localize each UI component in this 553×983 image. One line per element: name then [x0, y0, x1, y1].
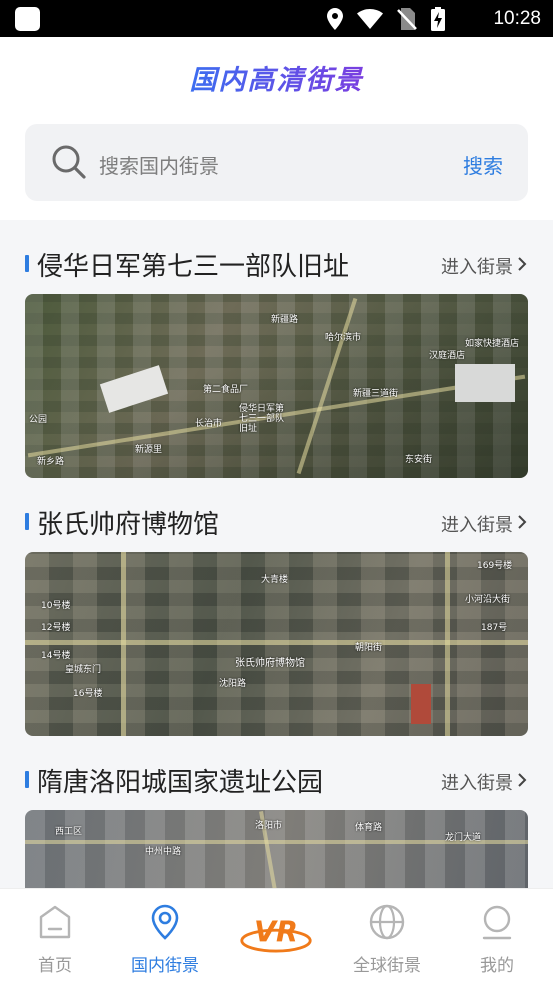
location-pin-icon — [151, 904, 179, 940]
map-label: 169号楼 — [477, 561, 513, 571]
search-icon — [52, 145, 86, 179]
wifi-icon — [357, 9, 383, 29]
map-label: 14号楼 — [41, 651, 71, 661]
enter-street-view-link[interactable]: 进入街景 — [441, 769, 513, 795]
map-label: 张氏帅府博物馆 — [235, 658, 305, 669]
map-label: 沈阳路 — [219, 679, 247, 689]
map-label: 皇城东门 — [65, 665, 102, 675]
map-label: 哈尔滨市 — [325, 333, 362, 343]
map-label: 新乡路 — [37, 457, 65, 467]
status-time: 10:28 — [493, 8, 541, 29]
nav-domestic-street-view[interactable]: 国内街景 — [110, 889, 220, 983]
map-label: 第二食品厂 — [203, 385, 249, 395]
search-bar[interactable]: 搜索国内街景 搜索 — [25, 124, 528, 201]
section-accent-bar — [25, 771, 29, 788]
map-label: 187号 — [481, 623, 508, 633]
page-title: 国内高清街景 — [190, 58, 364, 97]
map-road — [121, 552, 126, 736]
chevron-right-icon[interactable] — [515, 515, 529, 529]
status-icons — [327, 6, 445, 32]
map-label: 16号楼 — [73, 689, 103, 699]
building-roof — [411, 684, 431, 724]
map-label: 朝阳街 — [355, 643, 383, 653]
battery-charging-icon — [431, 7, 445, 31]
map-road — [296, 297, 358, 475]
satellite-thumbnail[interactable]: 洛阳市 体育路 中州中路 龙门大道 西工区 — [25, 810, 528, 888]
user-icon — [482, 905, 512, 940]
map-road — [445, 552, 450, 736]
bottom-navigation: 首页 国内街景 VR VR 全球街景 我的 — [0, 888, 553, 983]
satellite-thumbnail[interactable]: 张氏帅府博物馆 大青楼 10号楼 12号楼 14号楼 16号楼 朝阳街 沈阳路 … — [25, 552, 528, 736]
map-label: 大青楼 — [261, 575, 289, 585]
nav-home[interactable]: 首页 — [0, 889, 110, 983]
section-title: 隋唐洛阳城国家遗址公园 — [37, 768, 324, 798]
street-view-list[interactable]: 侵华日军第七三一部队旧址 进入街景 新疆路 哈尔滨市 第二食品厂 长治市 侵华日… — [0, 220, 553, 888]
nav-profile[interactable]: 我的 — [442, 889, 552, 983]
building-roof — [455, 364, 515, 402]
nav-vr[interactable]: VR VR — [221, 889, 331, 983]
section-accent-bar — [25, 513, 29, 530]
vr-logo-icon: VR — [240, 916, 312, 953]
search-input[interactable]: 搜索国内街景 — [99, 150, 219, 179]
map-label: 新源里 — [135, 445, 163, 455]
map-label: 洛阳市 — [255, 821, 283, 831]
nav-label: 全球街景 — [353, 956, 421, 976]
map-road — [25, 640, 528, 645]
nav-label: 我的 — [480, 956, 514, 976]
section-title: 侵华日军第七三一部队旧址 — [37, 252, 350, 282]
location-icon — [327, 8, 343, 30]
map-label: 西工区 — [55, 827, 83, 837]
nav-label: 国内街景 — [131, 956, 199, 976]
search-button[interactable]: 搜索 — [463, 150, 503, 179]
enter-street-view-link[interactable]: 进入街景 — [441, 253, 513, 279]
map-label: 公园 — [29, 415, 48, 425]
map-label: 长治市 — [195, 419, 223, 429]
building-roof — [99, 365, 169, 413]
svg-text:VR: VR — [254, 916, 298, 949]
map-label: 新疆路 — [271, 315, 299, 325]
home-icon — [39, 905, 71, 939]
enter-street-view-link[interactable]: 进入街景 — [441, 511, 513, 537]
nav-global-street-view[interactable]: 全球街景 — [332, 889, 442, 983]
no-sim-icon — [397, 8, 417, 30]
map-label: 小河沿大街 — [465, 595, 511, 605]
map-label: 龙门大道 — [445, 833, 482, 843]
section-title: 张氏帅府博物馆 — [37, 510, 220, 540]
status-bar: 10:28 — [0, 0, 553, 37]
map-label: 12号楼 — [41, 623, 71, 633]
satellite-thumbnail[interactable]: 新疆路 哈尔滨市 第二食品厂 长治市 侵华日军第七三一部队旧址 公园 新疆三道街… — [25, 294, 528, 478]
nav-label: 首页 — [38, 956, 72, 976]
map-label: 如家快捷酒店 — [465, 339, 520, 349]
map-label: 体育路 — [355, 823, 383, 833]
map-label: 汉庭酒店 — [429, 351, 466, 361]
map-label: 东安街 — [405, 455, 433, 465]
map-label: 10号楼 — [41, 601, 71, 611]
chevron-right-icon[interactable] — [515, 773, 529, 787]
notification-app-icon — [15, 7, 40, 31]
map-label: 侵华日军第七三一部队旧址 — [239, 404, 285, 434]
section-accent-bar — [25, 255, 29, 272]
map-label: 新疆三道街 — [353, 389, 399, 399]
map-label: 中州中路 — [145, 847, 182, 857]
globe-icon — [369, 904, 405, 940]
chevron-right-icon[interactable] — [515, 257, 529, 271]
